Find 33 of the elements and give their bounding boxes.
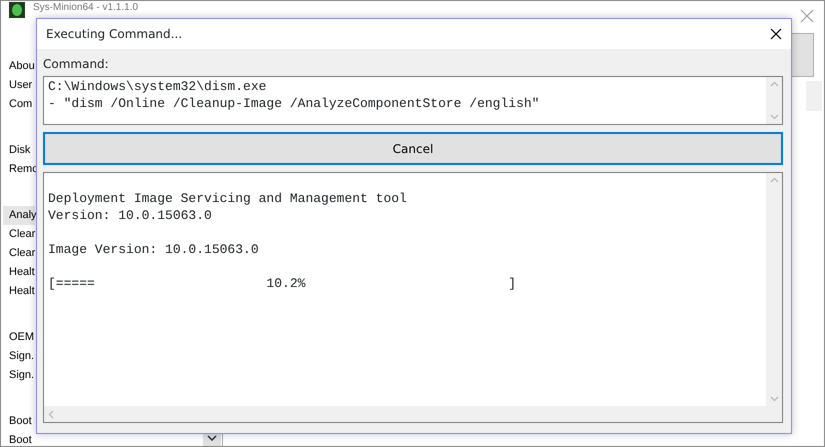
sidebar-item[interactable]: Sign. (3, 366, 35, 385)
command-label: Command: (43, 56, 110, 69)
sidebar-item[interactable]: Boot (3, 412, 35, 431)
sidebar-item[interactable]: Clear (3, 244, 35, 263)
cancel-button[interactable]: Cancel (43, 132, 783, 165)
command-field[interactable]: C:\Windows\system32\dism.exe - "dism /Online /Cleanup-Image /AnalyzeComponentStore /english" (43, 76, 783, 125)
sidebar-item[interactable]: Healt (3, 263, 35, 282)
close-icon[interactable] (770, 28, 782, 40)
sidebar-item[interactable]: OEM (3, 328, 35, 347)
scroll-left-icon[interactable] (48, 410, 54, 418)
sidebar-item[interactable]: Healt (3, 282, 35, 301)
sidebar-item[interactable]: Clear (3, 225, 35, 244)
scroll-up-icon[interactable] (770, 81, 778, 87)
scrollbar[interactable] (766, 77, 782, 124)
sidebar-item[interactable]: Analy (3, 206, 35, 225)
output-text: [===== 10.2% ] (48, 275, 518, 292)
window-title: Sys-Minion64 - v1.1.1.0 (33, 2, 138, 14)
sidebar-item[interactable]: Abou (3, 57, 35, 76)
scroll-down-icon[interactable] (770, 114, 778, 120)
dialog-title: Executing Command... (46, 26, 182, 43)
sidebar-item[interactable]: Sign. (3, 347, 35, 366)
output-text: Deployment Image Servicing and Management tool Version: 10.0.15063.0 (48, 190, 408, 224)
sidebar-item[interactable]: Com (3, 95, 35, 114)
app-icon (9, 2, 25, 18)
output-text: Image Version: 10.0.15063.0 (48, 241, 260, 258)
scrollbar[interactable] (766, 173, 782, 406)
scroll-down-icon[interactable] (770, 396, 778, 402)
caret-icon[interactable] (207, 435, 217, 441)
scroll-up-icon[interactable] (770, 177, 778, 183)
sidebar-item[interactable]: Disk (3, 141, 35, 160)
scrollbar[interactable] (44, 406, 766, 422)
sidebar-item[interactable]: User (3, 76, 35, 95)
sidebar-item[interactable]: Boot (3, 431, 35, 446)
